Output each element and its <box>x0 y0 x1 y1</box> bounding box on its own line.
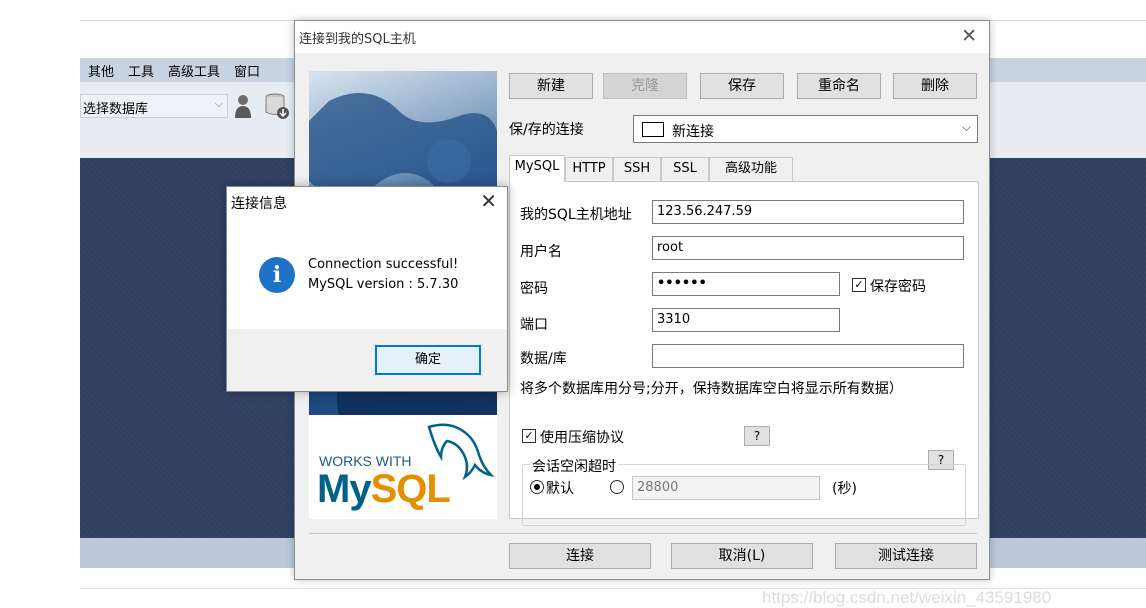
tab-ssl[interactable]: SSL <box>661 157 709 181</box>
database-icon[interactable] <box>264 92 290 120</box>
user-label: 用户名 <box>520 244 562 260</box>
save-button[interactable]: 保存 <box>700 73 784 99</box>
menu-item-other[interactable]: 其他 <box>88 61 114 80</box>
tab-ssh[interactable]: SSH <box>613 157 661 181</box>
database-select[interactable]: 选择数据库 ⌵ <box>80 94 228 118</box>
save-password-label: 保存密码 <box>870 279 926 295</box>
footer-divider <box>309 533 977 534</box>
user-icon[interactable] <box>232 92 254 120</box>
rename-button[interactable]: 重命名 <box>797 73 881 99</box>
password-input[interactable]: •••••• <box>652 272 840 296</box>
message-footer: 确定 <box>227 329 507 391</box>
menu-item-window[interactable]: 窗口 <box>234 61 260 80</box>
message-title: 连接信息 <box>231 196 287 212</box>
watermark: https://blog.csdn.net/weixin_43591980 <box>762 588 1052 607</box>
host-label: 我的SQL主机地址 <box>520 207 632 223</box>
chevron-down-icon: ⌵ <box>214 97 223 110</box>
timeout-input[interactable]: 28800 <box>632 476 820 500</box>
mysql-logo: WORKS WITH MySQL <box>309 415 497 519</box>
connection-info-dialog: 连接信息 ✕ i Connection successful! MySQL ve… <box>226 186 508 392</box>
database-hint: 将多个数据库用分号;分开，保持数据库空白将显示所有数据） <box>520 381 903 397</box>
chevron-down-icon: ⌵ <box>961 120 971 134</box>
compression-help-button[interactable]: ? <box>744 426 770 446</box>
delete-button[interactable]: 删除 <box>893 73 977 99</box>
close-icon[interactable]: ✕ <box>480 189 497 213</box>
menu-item-advanced-tools[interactable]: 高级工具 <box>168 61 220 80</box>
saved-connection-value: 新连接 <box>672 124 714 140</box>
timeout-group-label: 会话空闲超时 <box>530 456 618 476</box>
connect-button[interactable]: 连接 <box>509 543 651 569</box>
mysql-tab-panel: 我的SQL主机地址 123.56.247.59 用户名 root 密码 ••••… <box>509 181 979 526</box>
tab-advanced[interactable]: 高级功能 <box>709 157 793 181</box>
dialog-titlebar: 连接到我的SQL主机 ✕ <box>295 21 989 53</box>
new-button[interactable]: 新建 <box>509 73 593 99</box>
timeout-custom-radio[interactable] <box>610 480 624 494</box>
tab-http[interactable]: HTTP <box>565 157 613 181</box>
port-input[interactable]: 3310 <box>652 308 840 332</box>
save-password-checkbox[interactable]: ✓ <box>852 278 866 292</box>
mysql-wordmark: MySQL <box>317 467 451 511</box>
message-line-2: MySQL version : 5.7.30 <box>308 277 459 292</box>
host-input[interactable]: 123.56.247.59 <box>652 200 964 224</box>
timeout-default-label: 默认 <box>546 481 574 497</box>
compression-label: 使用压缩协议 <box>540 430 624 446</box>
info-icon: i <box>259 257 295 293</box>
connection-color-swatch <box>642 122 664 137</box>
test-connection-button[interactable]: 测试连接 <box>835 543 977 569</box>
port-label: 端口 <box>520 317 548 333</box>
compression-checkbox[interactable]: ✓ <box>522 429 536 443</box>
user-input[interactable]: root <box>652 236 964 260</box>
message-line-1: Connection successful! <box>308 257 459 272</box>
tab-mysql[interactable]: MySQL <box>509 155 565 182</box>
menu-item-tools[interactable]: 工具 <box>128 61 154 80</box>
timeout-unit-label: (秒) <box>832 481 857 497</box>
database-select-value: 选择数据库 <box>83 102 149 117</box>
password-label: 密码 <box>520 281 548 297</box>
database-input[interactable] <box>652 344 964 368</box>
ok-button[interactable]: 确定 <box>375 345 481 375</box>
timeout-default-radio[interactable] <box>530 480 544 494</box>
saved-connection-label: 保/存的连接 <box>509 122 584 138</box>
saved-connection-select[interactable]: 新连接 ⌵ <box>633 115 978 143</box>
dialog-title: 连接到我的SQL主机 <box>299 32 416 47</box>
cancel-button[interactable]: 取消(L) <box>671 543 813 569</box>
close-icon[interactable]: ✕ <box>961 25 977 47</box>
database-label: 数据/库 <box>520 351 567 367</box>
clone-button[interactable]: 克隆 <box>603 73 687 99</box>
